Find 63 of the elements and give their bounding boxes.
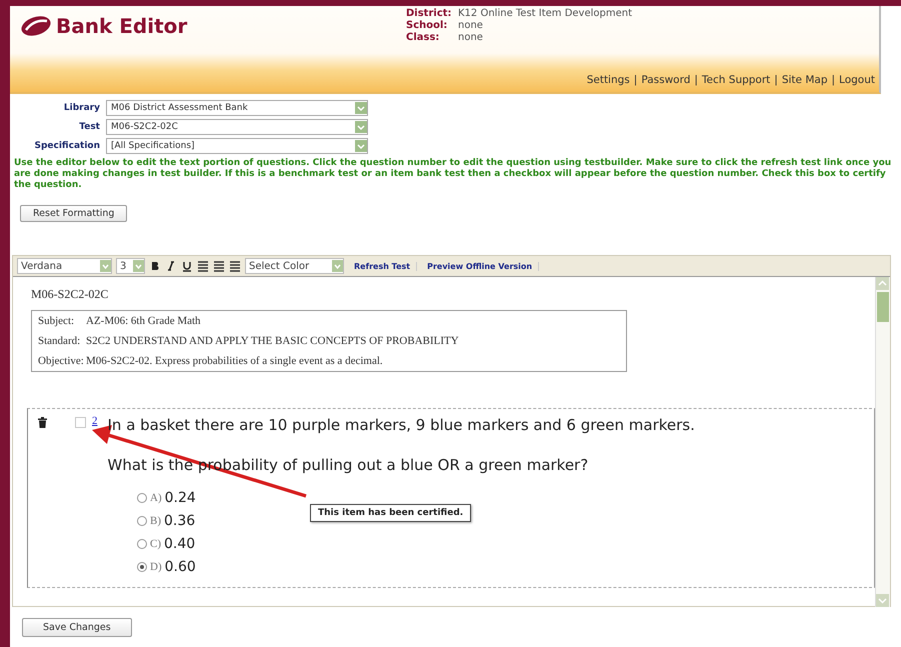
header-link[interactable]: Password <box>641 74 690 86</box>
radio-button[interactable] <box>137 516 147 526</box>
info-value: none <box>458 20 484 32</box>
save-changes-button[interactable]: Save Changes <box>22 618 132 637</box>
underline-icon[interactable] <box>181 260 193 272</box>
bold-icon[interactable] <box>149 260 161 272</box>
header-link[interactable]: Logout <box>839 74 875 86</box>
info-value: none <box>458 32 484 44</box>
filter-label: Library <box>62 103 100 113</box>
radio-button[interactable] <box>137 493 147 503</box>
trash-icon[interactable] <box>38 417 47 428</box>
reset-formatting-button[interactable]: Reset Formatting <box>20 205 128 222</box>
size-dropdown[interactable]: 3 <box>116 258 145 274</box>
choice-text: 0.24 <box>164 490 196 506</box>
info-label: Class: <box>406 32 440 44</box>
dropdown[interactable]: M06-S2C2-02C <box>106 119 368 135</box>
choice-text: 0.60 <box>164 559 196 575</box>
scrollbar[interactable] <box>875 277 890 607</box>
filter-label: Test <box>78 122 100 132</box>
filter-label: Specification <box>33 141 100 151</box>
link-separator: | <box>694 74 698 86</box>
choice-letter: C) <box>150 538 161 550</box>
meta-value: S2C2 UNDERSTAND AND APPLY THE BASIC CONCEPTS OF PROBABILITY <box>86 334 460 348</box>
toolbar-link[interactable]: Preview Offline Version <box>421 262 540 270</box>
header-link[interactable]: Settings <box>586 74 630 86</box>
logo-icon <box>20 15 52 37</box>
dropdown[interactable]: [All Specifications] <box>106 138 368 154</box>
app-title: Bank Editor <box>56 14 188 38</box>
font-dropdown[interactable]: Verdana <box>17 258 112 274</box>
link-separator: | <box>832 74 836 86</box>
choice-letter: A) <box>150 492 162 504</box>
meta-value: AZ-M06: 6th Grade Math <box>86 314 202 328</box>
certified-tooltip: This item has been certified. <box>310 504 472 522</box>
question-number-link[interactable]: 2 <box>92 415 98 427</box>
info-label: School: <box>406 20 448 32</box>
link-separator: | <box>774 74 778 86</box>
choice-letter: B) <box>150 515 161 527</box>
info-label: District: <box>406 8 453 20</box>
choice-text: 0.40 <box>164 536 196 552</box>
question-text: In a basket there are 10 purple markers, 9 blue markers and 6 green markers. <box>108 416 695 434</box>
align-center-icon[interactable] <box>213 260 225 272</box>
color-dropdown[interactable]: Select Color <box>245 258 344 274</box>
italic-icon[interactable] <box>165 260 177 272</box>
header-link[interactable]: Site Map <box>782 74 828 86</box>
align-left-icon[interactable] <box>197 260 209 272</box>
certify-checkbox[interactable] <box>75 417 86 428</box>
link-separator: | <box>634 74 638 86</box>
dropdown[interactable]: M06 District Assessment Bank <box>106 100 368 116</box>
meta-label: Objective: <box>38 354 85 368</box>
align-right-icon[interactable] <box>229 260 241 272</box>
choice-text: 0.36 <box>164 513 196 529</box>
info-value: K12 Online Test Item Development <box>458 8 632 20</box>
meta-label: Standard: <box>38 334 82 348</box>
meta-label: Subject: <box>38 314 76 328</box>
meta-value: M06-S2C2-02. Express probabilities of a single event as a decimal. <box>86 354 384 368</box>
instructions-text: Use the editor below to edit the text portion of questions. Click the question number to edit the question using testbuilder. Make sure to click the refresh test link once you are done making changes in test builder. If this is a benchmark test or an item bank test then a checkbox will appear before the question number. Check this box to certify the question. <box>14 158 892 191</box>
toolbar-link[interactable]: Refresh Test <box>348 262 418 270</box>
radio-button[interactable] <box>137 562 147 572</box>
test-code: M06-S2C2-02C <box>31 287 110 302</box>
scroll-thumb[interactable] <box>877 292 889 322</box>
header-link[interactable]: Tech Support <box>702 74 770 86</box>
choice-letter: D) <box>150 561 162 573</box>
radio-button[interactable] <box>137 539 147 549</box>
